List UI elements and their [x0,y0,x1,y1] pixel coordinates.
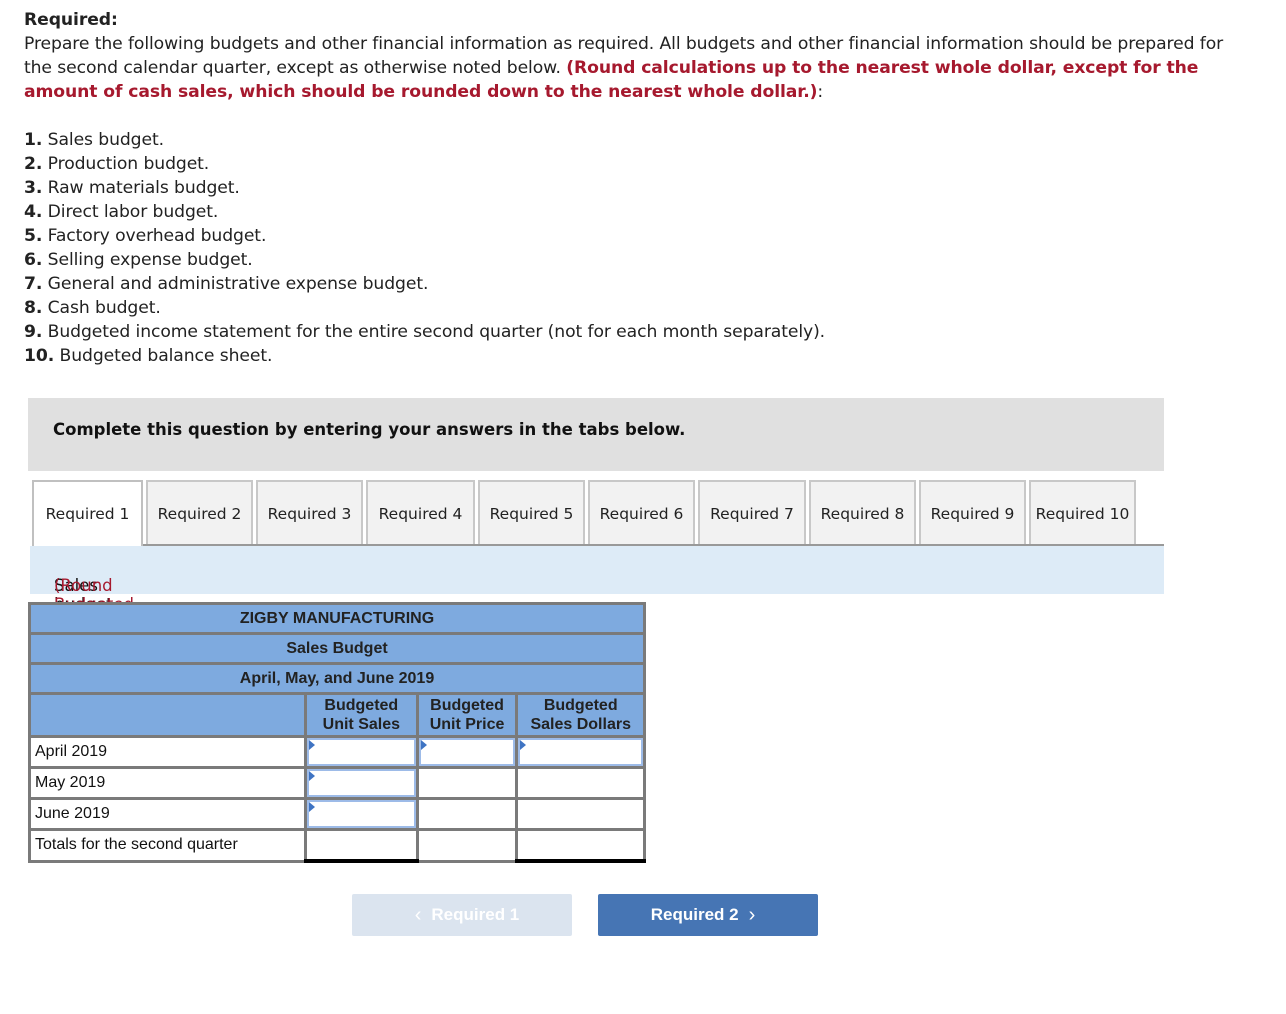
item-number: 4. [24,202,43,222]
row-label-may: May 2019 [28,766,307,800]
requirement-item: 7. General and administrative expense bu… [24,272,1254,296]
item-label: Cash budget. [42,298,161,318]
item-number: 10. [24,346,55,366]
input-marker-icon [520,740,527,750]
instructions-colon: : [817,82,824,102]
april-unit-price-input[interactable] [418,738,516,766]
row-label-june: June 2019 [28,797,307,831]
header-line: Unit Sales [322,716,400,733]
june-unit-sales-input[interactable] [306,800,416,828]
table-row: Totals for the second quarter [28,828,646,863]
tab-bar: Required 1 Required 2 Required 3 Require… [32,480,1139,546]
budget-period: April, May, and June 2019 [28,662,646,695]
april-sales-dollars-input[interactable] [518,738,643,766]
item-number: 3. [24,178,43,198]
june-unit-sales-cell [303,797,419,831]
column-header-unit-sales: Budgeted Unit Sales [303,692,419,738]
april-unit-price-cell [415,735,519,769]
total-unit-sales-cell [303,828,419,863]
tab-required-5[interactable]: Required 5 [478,480,585,545]
previous-button-label: Required 1 [431,905,520,924]
input-marker-icon [308,802,315,812]
table-row: April 2019 [28,735,646,769]
tab-required-6[interactable]: Required 6 [588,480,695,545]
requirements-list: 1. Sales budget. 2. Production budget. 3… [24,128,1254,368]
tab-required-4[interactable]: Required 4 [366,480,475,545]
requirement-item: 8. Cash budget. [24,296,1254,320]
column-header-sales-dollars: Budgeted Sales Dollars [515,692,646,738]
tab-required-7[interactable]: Required 7 [698,480,806,545]
item-number: 7. [24,274,43,294]
tab-required-8[interactable]: Required 8 [809,480,916,545]
column-header-unit-price: Budgeted Unit Price [415,692,519,738]
company-name: ZIGBY MANUFACTURING [28,602,646,635]
item-label: Sales budget. [42,130,164,150]
chevron-right-icon: › [748,903,756,926]
previous-button[interactable]: ‹ Required 1 [352,894,572,936]
next-button-label: Required 2 [650,905,739,924]
requirement-item: 6. Selling expense budget. [24,248,1254,272]
question-subheader: Sales budget. (Round Budgeted unit price… [30,546,1164,690]
item-number: 5. [24,226,43,246]
april-unit-sales-input[interactable] [306,738,416,766]
tab-required-9[interactable]: Required 9 [919,480,1026,545]
june-unit-price-cell [415,797,519,831]
item-number: 9. [24,322,43,342]
input-marker-icon [308,740,315,750]
banner-text: Complete this question by entering your … [53,420,686,439]
input-marker-icon [420,740,427,750]
may-unit-sales-input[interactable] [306,769,416,797]
april-unit-sales-cell [303,735,419,769]
tab-required-3[interactable]: Required 3 [256,480,363,545]
item-number: 2. [24,154,43,174]
item-label: Budgeted income statement for the entire… [42,322,826,342]
item-label: Production budget. [42,154,210,174]
item-label: General and administrative expense budge… [42,274,429,294]
blank-header [28,692,307,738]
required-heading: Required: [24,10,118,30]
may-unit-price-cell [415,766,519,800]
header-line: Unit Price [429,716,505,733]
requirement-item: 9. Budgeted income statement for the ent… [24,320,1254,344]
item-label: Direct labor budget. [42,202,219,222]
header-line: Sales Dollars [530,716,631,733]
total-unit-price-cell [415,828,519,863]
header-line: Budgeted [543,697,618,714]
input-marker-icon [308,771,315,781]
tab-required-2[interactable]: Required 2 [146,480,253,545]
requirement-item: 1. Sales budget. [24,128,1254,152]
requirement-item: 4. Direct labor budget. [24,200,1254,224]
instruction-banner: Complete this question by entering your … [28,398,1164,471]
sales-budget-table: ZIGBY MANUFACTURING Sales Budget April, … [28,602,646,863]
may-unit-sales-cell [303,766,419,800]
table-row: May 2019 [28,766,646,800]
april-sales-dollars-cell [515,735,646,769]
may-sales-dollars-cell [515,766,646,800]
table-row: June 2019 [28,797,646,831]
item-number: 8. [24,298,43,318]
requirement-item: 3. Raw materials budget. [24,176,1254,200]
next-button[interactable]: Required 2 › [598,894,818,936]
row-label-april: April 2019 [28,735,307,769]
requirement-item: 2. Production budget. [24,152,1254,176]
requirement-item: 5. Factory overhead budget. [24,224,1254,248]
item-label: Budgeted balance sheet. [54,346,273,366]
header-line: Budgeted [324,697,399,714]
instructions: Required: Prepare the following budgets … [24,8,1254,368]
budget-title: Sales Budget [28,632,646,665]
item-number: 1. [24,130,43,150]
chevron-left-icon: ‹ [414,903,422,926]
june-sales-dollars-cell [515,797,646,831]
item-number: 6. [24,250,43,270]
instructions-paragraph: Prepare the following budgets and other … [24,32,1254,104]
item-label: Raw materials budget. [42,178,240,198]
item-label: Factory overhead budget. [42,226,267,246]
row-label-totals: Totals for the second quarter [28,828,307,863]
item-label: Selling expense budget. [42,250,253,270]
total-sales-dollars-cell [515,828,646,863]
tab-required-1[interactable]: Required 1 [32,480,143,546]
header-line: Budgeted [430,697,504,714]
tab-required-10[interactable]: Required 10 [1029,480,1136,545]
requirement-item: 10. Budgeted balance sheet. [24,344,1254,368]
